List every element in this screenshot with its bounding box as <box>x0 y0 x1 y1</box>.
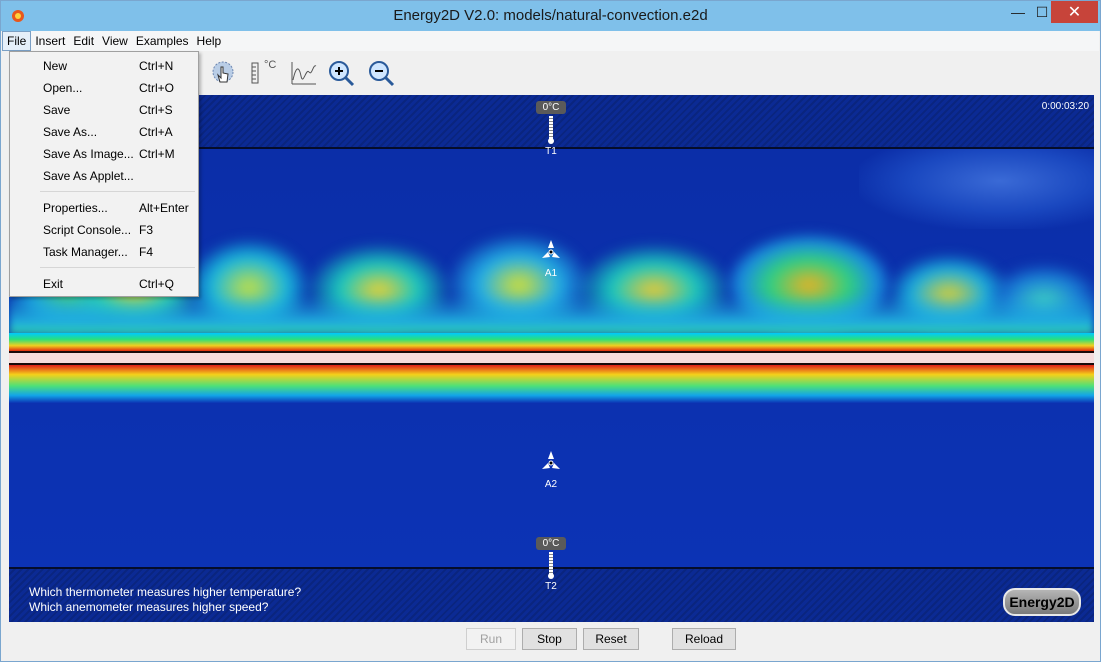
menu-bar: File Insert Edit View Examples Help <box>2 31 1099 51</box>
menu-item-label: Exit <box>43 277 64 291</box>
thermometer-t1-bulb <box>548 138 554 144</box>
energy2d-logo: Energy2D <box>1003 588 1081 616</box>
reset-button[interactable]: Reset <box>583 628 639 650</box>
menu-view[interactable]: View <box>98 31 132 51</box>
menu-separator <box>40 191 195 192</box>
menu-item-shortcut: Ctrl+S <box>139 103 173 117</box>
zoom-out-icon[interactable] <box>366 58 396 88</box>
menu-item-save-as-image[interactable]: Save As Image... Ctrl+M <box>10 143 198 165</box>
degree-label: °C <box>264 59 277 71</box>
thermometer-t2-label: T2 <box>545 581 557 592</box>
menu-item-shortcut: Ctrl+M <box>139 147 175 161</box>
minimize-button[interactable]: — <box>1004 1 1032 23</box>
close-button[interactable]: ✕ <box>1051 1 1098 23</box>
menu-item-shortcut: Ctrl+O <box>139 81 175 95</box>
menu-file[interactable]: File <box>2 31 32 51</box>
stop-button[interactable]: Stop <box>522 628 577 650</box>
thermometer-t1-label: T1 <box>545 146 557 157</box>
menu-item-new[interactable]: New Ctrl+N <box>10 55 198 77</box>
menu-item-shortcut: F3 <box>139 223 154 237</box>
menu-item-save-as[interactable]: Save As... Ctrl+A <box>10 121 198 143</box>
anemometer-a2-icon[interactable] <box>540 450 562 472</box>
menu-item-label: Open... <box>43 81 83 95</box>
menu-item-label: Save As Image... <box>43 147 134 161</box>
menu-item-shortcut: Ctrl+N <box>139 59 174 73</box>
menu-item-label: Task Manager... <box>43 245 128 259</box>
cool-region <box>859 149 1094 229</box>
menu-examples[interactable]: Examples <box>132 31 193 51</box>
zoom-in-icon[interactable] <box>326 58 356 88</box>
file-menu-dropdown: New Ctrl+N Open... Ctrl+O Save Ctrl+S Sa… <box>9 51 199 297</box>
menu-item-properties[interactable]: Properties... Alt+Enter <box>10 197 198 219</box>
heater-plate[interactable] <box>9 351 1094 365</box>
menu-item-script-console[interactable]: Script Console... F3 <box>10 219 198 241</box>
heater-hot-zone-bottom <box>9 365 1094 403</box>
thermometer-t2-reading: 0°C <box>536 537 566 550</box>
menu-item-open[interactable]: Open... Ctrl+O <box>10 77 198 99</box>
menu-item-shortcut: Ctrl+Q <box>139 277 175 291</box>
menu-item-save-as-applet[interactable]: Save As Applet... <box>10 165 198 187</box>
thermometer-t1-icon[interactable] <box>549 116 553 140</box>
menu-item-task-manager[interactable]: Task Manager... F4 <box>10 241 198 263</box>
menu-item-label: Properties... <box>43 201 108 215</box>
menu-item-shortcut: F4 <box>139 245 154 259</box>
question-1: Which thermometer measures higher temper… <box>29 585 302 599</box>
menu-item-shortcut: Alt+Enter <box>139 201 189 215</box>
anemometer-a2-label: A2 <box>544 479 558 490</box>
menu-help[interactable]: Help <box>193 31 226 51</box>
window-title: Energy2D V2.0: models/natural-convection… <box>393 7 708 24</box>
run-button[interactable]: Run <box>466 628 516 650</box>
question-2: Which anemometer measures higher speed? <box>29 600 269 614</box>
anemometer-a1-label: A1 <box>544 268 558 279</box>
menu-item-exit[interactable]: Exit Ctrl+Q <box>10 273 198 295</box>
control-bar: Run Stop Reset Reload <box>2 622 1099 661</box>
heatflux-icon[interactable] <box>208 58 238 88</box>
reload-button[interactable]: Reload <box>672 628 736 650</box>
menu-separator <box>40 267 195 268</box>
menu-item-shortcut: Ctrl+A <box>139 125 173 139</box>
thermometer-t2-bulb <box>548 573 554 579</box>
simulation-time: 0:00:03:20 <box>1041 101 1089 112</box>
title-bar[interactable]: Energy2D V2.0: models/natural-convection… <box>1 1 1100 31</box>
thermometer-t1-reading: 0°C <box>536 101 566 114</box>
plume-base <box>9 295 1094 335</box>
menu-item-save[interactable]: Save Ctrl+S <box>10 99 198 121</box>
menu-insert[interactable]: Insert <box>31 31 69 51</box>
menu-edit[interactable]: Edit <box>69 31 98 51</box>
maximize-button[interactable]: ☐ <box>1032 1 1052 23</box>
app-window: Energy2D V2.0: models/natural-convection… <box>0 0 1101 662</box>
menu-item-label: Script Console... <box>43 223 132 237</box>
menu-item-label: Save As... <box>43 125 98 139</box>
menu-item-label: New <box>43 59 68 73</box>
heater-hot-zone-top <box>9 333 1094 351</box>
menu-item-label: Save As Applet... <box>43 169 134 183</box>
anemometer-a1-icon[interactable] <box>540 239 562 261</box>
menu-item-label: Save <box>43 103 71 117</box>
graph-icon[interactable] <box>288 58 318 88</box>
